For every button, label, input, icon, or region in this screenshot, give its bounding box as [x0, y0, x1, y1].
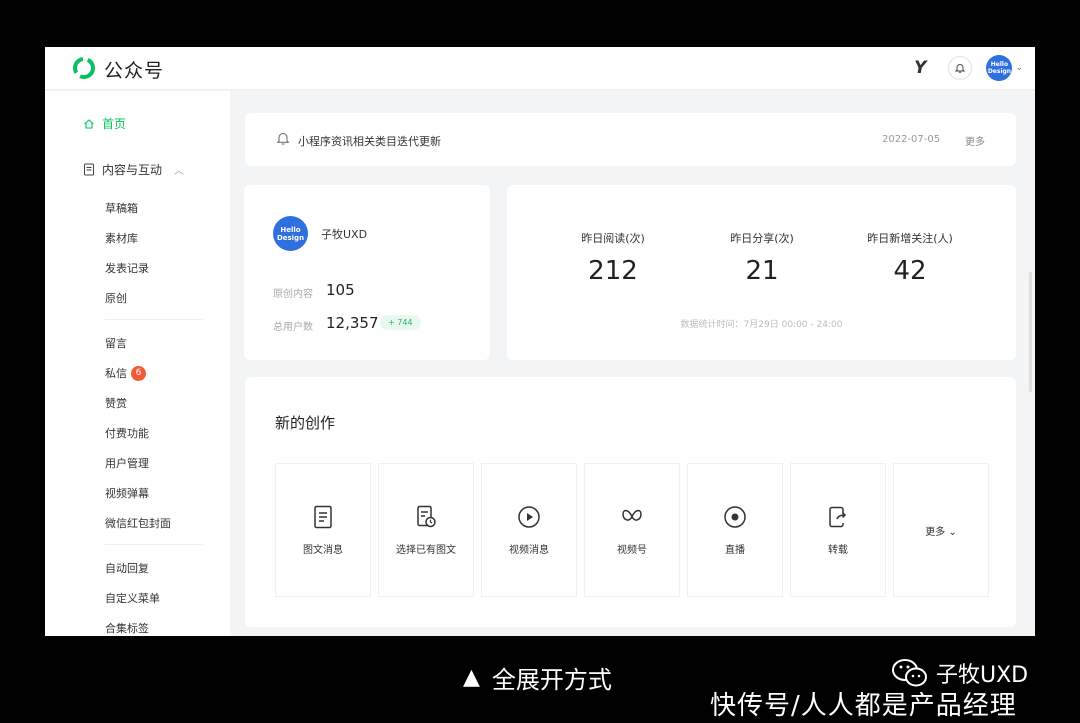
create-video-message-button[interactable]: 视频消息 — [481, 463, 577, 597]
document-icon — [84, 163, 94, 176]
sidebar-item-video-danmaku[interactable]: 视频弹幕 — [105, 485, 149, 501]
sidebar-item-label: 首页 — [102, 117, 127, 131]
bell-icon — [276, 133, 290, 145]
chevron-down-icon: ⌄ — [948, 526, 957, 538]
user-avatar[interactable]: Hello Design — [986, 55, 1013, 81]
avatar-text-line2: Design — [987, 68, 1012, 75]
create-channels-button[interactable]: 视频号 — [584, 463, 680, 597]
sidebar-item-publish-records[interactable]: 发表记录 — [105, 260, 149, 276]
stat-value: 212 — [588, 256, 638, 286]
stats-card: 昨日阅读(次) 212 昨日分享(次) 21 昨日新增关注(人) 42 数据统计… — [507, 185, 1016, 360]
avatar-text-line1: Hello — [280, 225, 301, 234]
sidebar-divider — [105, 544, 203, 545]
section-title: 新的创作 — [275, 414, 336, 432]
play-circle-icon — [518, 505, 540, 528]
scrollbar[interactable] — [1029, 272, 1032, 392]
sidebar-group-label: 内容与互动 — [102, 163, 163, 177]
unread-count-badge: 6 — [131, 365, 146, 381]
original-count-label: 原创内容 — [273, 289, 313, 300]
sidebar-item-label: 私信 — [105, 367, 127, 380]
tile-label: 视频号 — [617, 544, 647, 556]
account-avatar[interactable]: Hello Design — [273, 216, 308, 251]
stat-value: 42 — [893, 256, 927, 286]
watermark-site: 快传号/人人都是产品经理 — [710, 691, 1017, 721]
new-creation-card: 新的创作 图文消息 选择已有图文 视频消息 视频号 直播 转载 更多 ⌄ — [245, 377, 1016, 627]
account-name: 子牧UXD — [321, 228, 368, 241]
article-history-icon — [417, 505, 436, 527]
select-existing-article-button[interactable]: 选择已有图文 — [378, 463, 474, 597]
wechat-mp-logo-icon[interactable] — [71, 55, 97, 81]
triangle-up-icon: ▲ — [463, 665, 480, 690]
stat-value: 21 — [745, 256, 779, 286]
more-creation-button[interactable]: 更多 ⌄ — [893, 463, 989, 597]
original-count-value: 105 — [326, 281, 355, 299]
sidebar-item-user-management[interactable]: 用户管理 — [105, 455, 149, 471]
tile-label: 图文消息 — [303, 544, 343, 556]
sidebar-item-private-messages[interactable]: 私信 6 — [105, 365, 146, 381]
stat-yesterday-reads: 昨日阅读(次) 212 — [538, 230, 688, 286]
notice-text[interactable]: 小程序资讯相关类目迭代更新 — [298, 133, 441, 149]
sidebar-item-collection-tags[interactable]: 合集标签 — [105, 620, 149, 636]
chevron-down-icon[interactable]: ⌄ — [1015, 63, 1023, 73]
sidebar-item-drafts[interactable]: 草稿箱 — [105, 200, 138, 216]
sidebar-item-home[interactable]: 首页 — [83, 115, 126, 132]
repost-icon — [829, 506, 847, 527]
total-users-value: 12,357 — [326, 314, 379, 332]
home-icon — [84, 118, 94, 129]
total-users-label: 总用户数 — [273, 322, 313, 333]
creation-tiles: 图文消息 选择已有图文 视频消息 视频号 直播 转载 更多 ⌄ — [275, 463, 989, 597]
app-window: 公众号 Y Hello Design ⌄ 首页 内容与互动 ︿ 草稿箱 素材库 … — [45, 47, 1035, 636]
tile-label: 直播 — [725, 544, 745, 556]
notice-date: 2022-07-05 — [882, 134, 941, 145]
stat-label: 昨日阅读(次) — [581, 232, 645, 245]
create-live-button[interactable]: 直播 — [687, 463, 783, 597]
users-delta-badge: + 744 — [380, 315, 421, 330]
sidebar-item-custom-menu[interactable]: 自定义菜单 — [105, 590, 160, 606]
y-logo-icon[interactable]: Y — [914, 58, 926, 78]
sidebar: 首页 内容与互动 ︿ 草稿箱 素材库 发表记录 原创 留言 私信 6 赞赏 付费… — [45, 91, 230, 636]
notice-bar[interactable]: 小程序资讯相关类目迭代更新 2022-07-05 更多 — [245, 113, 1016, 166]
sidebar-item-original[interactable]: 原创 — [105, 290, 127, 306]
notification-bell-button[interactable] — [948, 56, 973, 80]
sidebar-item-auto-reply[interactable]: 自动回复 — [105, 560, 149, 576]
create-article-button[interactable]: 图文消息 — [275, 463, 371, 597]
sidebar-divider — [105, 319, 203, 320]
tile-label: 视频消息 — [509, 544, 549, 556]
app-title: 公众号 — [104, 60, 165, 82]
channels-icon — [622, 509, 642, 521]
chevron-up-icon[interactable]: ︿ — [174, 162, 184, 177]
top-bar-actions: Y Hello Design ⌄ — [914, 55, 1023, 81]
stat-yesterday-new-follows: 昨日新增关注(人) 42 — [835, 230, 985, 286]
account-card: Hello Design 子牧UXD 原创内容 105 总用户数 12,357 … — [244, 185, 490, 360]
sidebar-item-materials[interactable]: 素材库 — [105, 230, 138, 246]
stat-yesterday-shares: 昨日分享(次) 21 — [687, 230, 837, 286]
notice-more-link[interactable]: 更多 — [965, 133, 985, 148]
tile-label: 转载 — [828, 544, 848, 556]
stat-label: 昨日新增关注(人) — [867, 232, 953, 245]
sidebar-item-comments[interactable]: 留言 — [105, 335, 127, 351]
top-bar: 公众号 Y Hello Design ⌄ — [45, 47, 1035, 90]
tile-label: 选择已有图文 — [396, 544, 456, 556]
article-icon — [314, 505, 332, 528]
sidebar-group-content[interactable]: 内容与互动 ︿ — [83, 161, 184, 178]
avatar-text-line2: Design — [276, 233, 305, 242]
tile-label: 更多 — [925, 526, 946, 538]
caption: ▲ 全展开方式 — [463, 660, 612, 695]
sidebar-item-paid-features[interactable]: 付费功能 — [105, 425, 149, 441]
create-repost-button[interactable]: 转载 — [790, 463, 886, 597]
stat-label: 昨日分享(次) — [730, 232, 794, 245]
caption-text: 全展开方式 — [491, 666, 612, 694]
sidebar-item-red-packet-cover[interactable]: 微信红包封面 — [105, 515, 171, 531]
live-icon — [724, 505, 746, 528]
avatar-text-line1: Hello — [990, 61, 1009, 68]
sidebar-item-appreciation[interactable]: 赞赏 — [105, 395, 127, 411]
stats-time-note: 数据统计时间：7月29日 00:00 - 24:00 — [680, 320, 843, 330]
bell-icon — [955, 64, 966, 73]
